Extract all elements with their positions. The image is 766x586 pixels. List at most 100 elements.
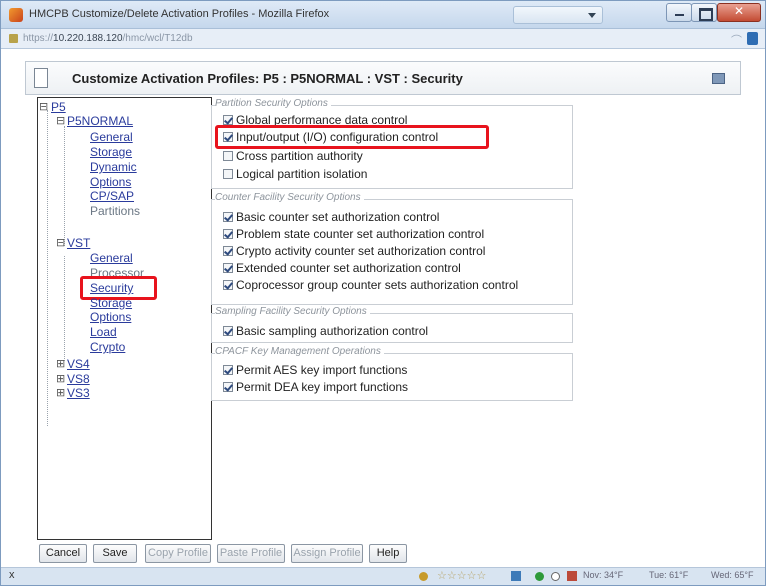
go-arrow-icon[interactable]: ⌒ [731, 32, 742, 48]
tree-item-general[interactable]: General [90, 130, 133, 144]
dialog-header: Customize Activation Profiles: P5 : P5NO… [25, 61, 741, 95]
close-button[interactable] [717, 3, 761, 22]
checkbox[interactable] [223, 280, 233, 290]
page-content: Customize Activation Profiles: P5 : P5NO… [1, 49, 765, 567]
tree-item-vst-storage[interactable]: Storage [90, 296, 132, 310]
expand-icon[interactable]: ⊞ [56, 357, 65, 370]
option-label: Cross partition authority [236, 149, 363, 163]
url-prefix: https:// [23, 33, 54, 44]
address-bar[interactable]: https://10.220.188.120/hmc/wcl/T12db ⌒ [1, 29, 765, 49]
addon-icon[interactable] [419, 572, 428, 581]
tree-item-p5[interactable]: P5 [51, 100, 66, 114]
expand-icon[interactable]: ⊞ [56, 372, 65, 385]
option-label: Coprocessor group counter sets authoriza… [236, 278, 519, 292]
firefox-icon [9, 8, 23, 22]
option-label: Crypto activity counter set authorizatio… [236, 244, 486, 258]
tree-item-p5normal[interactable]: P5NORMAL [67, 114, 133, 128]
bookmark-icon[interactable] [747, 32, 758, 45]
checkbox[interactable] [223, 229, 233, 239]
browser-window: HMCPB Customize/Delete Activation Profil… [0, 0, 766, 586]
paste-profile-button[interactable]: Paste Profile [217, 544, 285, 563]
tree-item-vst-options[interactable]: Options [90, 310, 131, 324]
copy-profile-button[interactable]: Copy Profile [145, 544, 211, 563]
cpacf-legend: CPACF Key Management Operations [215, 346, 384, 357]
option-label: Permit DEA key import functions [236, 380, 409, 394]
tree-item-partitions[interactable]: Partitions [90, 204, 140, 218]
checkbox[interactable] [223, 365, 233, 375]
status-green-icon[interactable] [535, 572, 544, 581]
tree-item-vs8[interactable]: VS8 [67, 372, 90, 386]
collapse-icon[interactable]: ⊟ [56, 114, 65, 127]
weather-item-1: Nov: 34°F [583, 570, 624, 580]
status-close[interactable]: x [9, 569, 15, 581]
option-extended-counter[interactable]: Extended counter set authorization contr… [223, 261, 461, 275]
option-label: Permit AES key import functions [236, 363, 408, 377]
status-bar: x ☆☆☆☆☆ Nov: 34°F Tue: 61°F Wed: 65°F [1, 567, 765, 585]
tree-item-vs4[interactable]: VS4 [67, 357, 90, 371]
tree-item-vs3[interactable]: VS3 [67, 386, 90, 400]
download-icon[interactable] [511, 571, 521, 581]
option-label: Logical partition isolation [236, 167, 368, 181]
checkbox[interactable] [223, 151, 233, 161]
option-crypto-activity[interactable]: Crypto activity counter set authorizatio… [223, 244, 485, 258]
expand-icon[interactable]: ⊞ [56, 386, 65, 399]
weather-item-3: Wed: 65°F [711, 570, 754, 580]
flag-icon[interactable] [567, 571, 577, 581]
option-label: Basic counter set authorization control [236, 210, 440, 224]
option-logical-isolation[interactable]: Logical partition isolation [223, 167, 367, 181]
minimize-button[interactable] [666, 3, 692, 22]
checkbox[interactable] [223, 115, 233, 125]
option-basic-sampling[interactable]: Basic sampling authorization control [223, 324, 428, 338]
tree-item-vst-general[interactable]: General [90, 251, 133, 265]
help-book-icon[interactable] [712, 73, 725, 84]
checkbox[interactable] [223, 326, 233, 336]
tree-guide [64, 126, 65, 246]
cancel-button[interactable]: Cancel [39, 544, 87, 563]
option-permit-aes[interactable]: Permit AES key import functions [223, 363, 407, 377]
lock-icon [9, 34, 18, 43]
checkbox[interactable] [223, 263, 233, 273]
weather-item-2: Tue: 61°F [649, 570, 689, 580]
tree-item-dynamic[interactable]: Dynamic [90, 160, 137, 174]
counter-facility-legend: Counter Facility Security Options [215, 192, 364, 203]
collapse-icon[interactable]: ⊟ [39, 100, 48, 113]
sampling-facility-legend: Sampling Facility Security Options [215, 306, 370, 317]
tree-item-cp-sap[interactable]: CP/SAP [90, 189, 134, 203]
option-problem-state[interactable]: Problem state counter set authorization … [223, 227, 484, 241]
document-icon [34, 68, 48, 88]
maximize-button[interactable] [691, 3, 717, 22]
collapse-icon[interactable]: ⊟ [56, 236, 65, 249]
option-label: Extended counter set authorization contr… [236, 261, 461, 275]
chevron-down-icon [588, 13, 596, 18]
tree-item-vst[interactable]: VST [67, 236, 90, 250]
window-title: HMCPB Customize/Delete Activation Profil… [29, 8, 330, 20]
option-label: Problem state counter set authorization … [236, 227, 485, 241]
save-button[interactable]: Save [93, 544, 137, 563]
checkbox[interactable] [223, 212, 233, 222]
checkbox[interactable] [223, 246, 233, 256]
option-cross-partition[interactable]: Cross partition authority [223, 149, 363, 163]
partition-security-legend: Partition Security Options [215, 98, 331, 109]
rating-stars[interactable]: ☆☆☆☆☆ [437, 569, 486, 582]
tree-item-options[interactable]: Options [90, 175, 131, 189]
option-coprocessor-group[interactable]: Coprocessor group counter sets authoriza… [223, 278, 518, 292]
highlight-io-configuration [215, 125, 489, 149]
checkbox[interactable] [223, 382, 233, 392]
help-button[interactable]: Help [369, 544, 407, 563]
option-basic-counter[interactable]: Basic counter set authorization control [223, 210, 439, 224]
url-text[interactable]: https://10.220.188.120/hmc/wcl/T12db [23, 33, 193, 44]
option-permit-dea[interactable]: Permit DEA key import functions [223, 380, 408, 394]
assign-profile-button[interactable]: Assign Profile [291, 544, 363, 563]
tree-guide [64, 256, 65, 361]
url-path: /hmc/wcl/T12db [122, 33, 193, 44]
dialog-title: Customize Activation Profiles: P5 : P5NO… [72, 71, 463, 86]
tree-item-vst-load[interactable]: Load [90, 325, 117, 339]
url-host: 10.220.188.120 [53, 33, 123, 44]
tree-item-vst-crypto[interactable]: Crypto [90, 340, 125, 354]
checkbox[interactable] [223, 169, 233, 179]
tree-item-storage[interactable]: Storage [90, 145, 132, 159]
profile-tree: ⊟ P5 ⊟ P5NORMAL General Storage Dynamic … [37, 97, 212, 540]
clock-icon[interactable] [551, 572, 560, 581]
title-search-box[interactable] [513, 6, 603, 24]
button-bar: Cancel Save Copy Profile Paste Profile A… [1, 539, 765, 567]
